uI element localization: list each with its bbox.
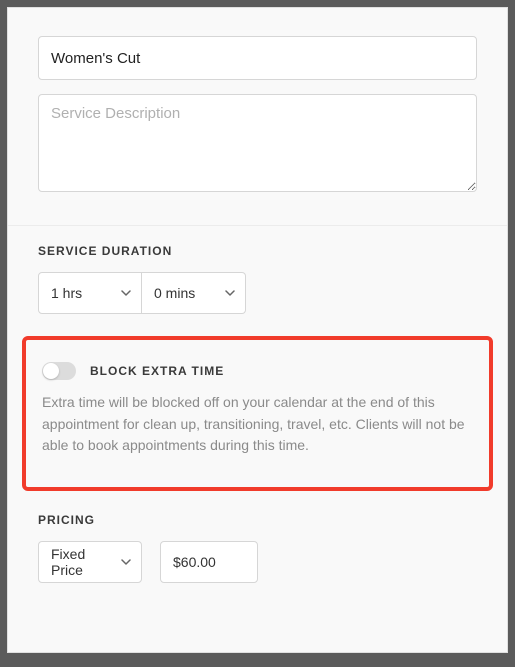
block-extra-time-row: BLOCK EXTRA TIME [42, 362, 473, 380]
pricing-label: PRICING [38, 513, 477, 527]
duration-label: SERVICE DURATION [38, 244, 477, 258]
block-extra-time-help: Extra time will be blocked off on your c… [42, 392, 473, 457]
price-amount-input[interactable] [160, 541, 258, 583]
block-extra-time-highlight: BLOCK EXTRA TIME Extra time will be bloc… [22, 336, 493, 491]
service-settings-panel: SERVICE DURATION 1 hrs 0 mins BLOCK EXTR… [7, 7, 508, 653]
duration-hours-value: 1 hrs [51, 285, 82, 301]
block-extra-time-toggle[interactable] [42, 362, 76, 380]
block-extra-time-label: BLOCK EXTRA TIME [90, 364, 224, 378]
pricing-row: Fixed Price [38, 541, 477, 583]
duration-hours-select[interactable]: 1 hrs [38, 272, 142, 314]
service-name-input[interactable] [38, 36, 477, 80]
pricing-section: PRICING Fixed Price [8, 499, 507, 613]
chevron-down-icon [121, 559, 131, 565]
basic-info-section [8, 8, 507, 226]
service-description-textarea[interactable] [38, 94, 477, 192]
duration-select-row: 1 hrs 0 mins [38, 272, 477, 314]
toggle-knob [43, 363, 59, 379]
pricing-type-value: Fixed Price [51, 546, 111, 578]
duration-section: SERVICE DURATION 1 hrs 0 mins [8, 226, 507, 336]
pricing-type-select[interactable]: Fixed Price [38, 541, 142, 583]
duration-minutes-select[interactable]: 0 mins [142, 272, 246, 314]
chevron-down-icon [225, 290, 235, 296]
duration-minutes-value: 0 mins [154, 285, 195, 301]
chevron-down-icon [121, 290, 131, 296]
